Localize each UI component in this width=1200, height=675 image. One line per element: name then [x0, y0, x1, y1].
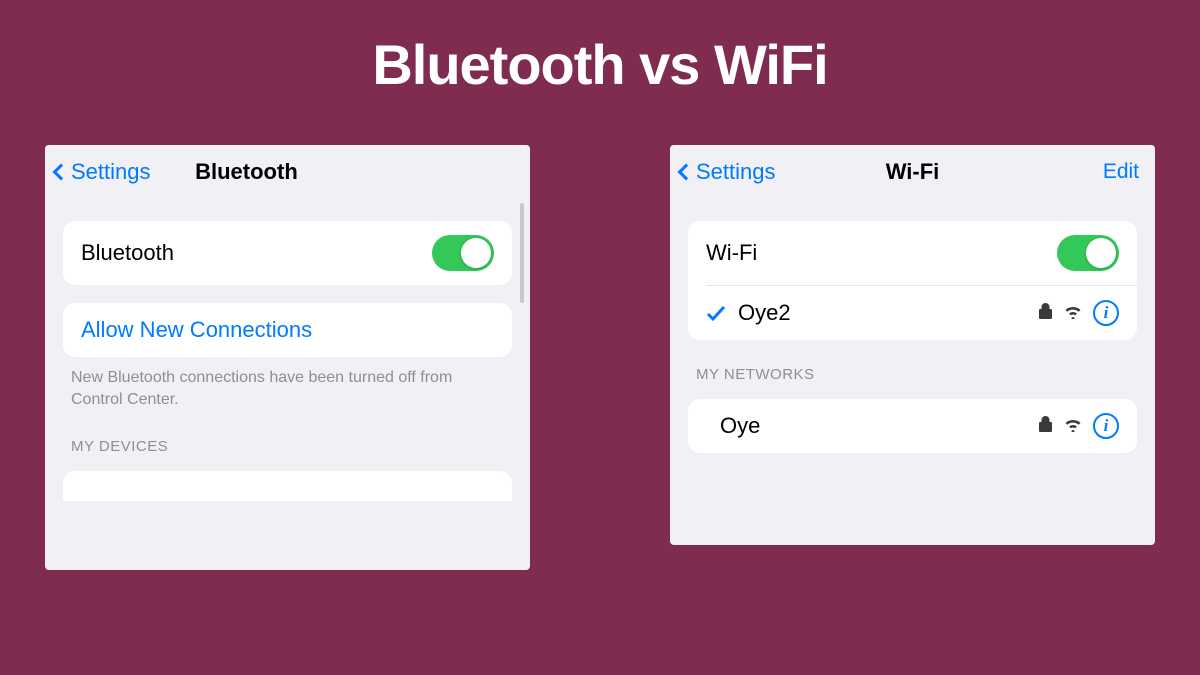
- network-name: Oye: [706, 413, 1038, 439]
- my-networks-header: MY NETWORKS: [670, 340, 1155, 391]
- chevron-left-icon: [53, 164, 70, 181]
- toggle-knob: [461, 238, 491, 268]
- wifi-toggle[interactable]: [1057, 235, 1119, 271]
- chevron-left-icon: [678, 164, 695, 181]
- allow-connections-card: Allow New Connections: [63, 303, 512, 357]
- page-title: Bluetooth vs WiFi: [0, 0, 1200, 97]
- network-status-icons: i: [1038, 413, 1119, 439]
- network-status-icons: i: [1038, 300, 1119, 326]
- back-button[interactable]: Settings: [55, 159, 151, 185]
- wifi-toggle-label: Wi-Fi: [706, 240, 1057, 266]
- bluetooth-toggle[interactable]: [432, 235, 494, 271]
- my-devices-header: MY DEVICES: [45, 412, 530, 463]
- bluetooth-nav-header: Settings Bluetooth: [45, 145, 530, 197]
- checkmark-icon: [706, 304, 726, 322]
- connected-network-name: Oye2: [738, 300, 1038, 326]
- back-label: Settings: [71, 159, 151, 185]
- back-label: Settings: [696, 159, 776, 185]
- info-icon[interactable]: i: [1093, 300, 1119, 326]
- wifi-panel: Settings Wi-Fi Edit Wi-Fi Oye2: [670, 145, 1155, 545]
- networks-card: Oye i: [688, 399, 1137, 453]
- wifi-toggle-row: Wi-Fi: [688, 221, 1137, 285]
- connected-network-row[interactable]: Oye2 i: [688, 286, 1137, 340]
- bluetooth-toggle-card: Bluetooth: [63, 221, 512, 285]
- bluetooth-toggle-row: Bluetooth: [63, 221, 512, 285]
- scrollbar[interactable]: [520, 203, 524, 303]
- toggle-knob: [1086, 238, 1116, 268]
- bluetooth-nav-title: Bluetooth: [195, 159, 298, 185]
- bluetooth-helper-text: New Bluetooth connections have been turn…: [45, 357, 530, 412]
- wifi-signal-icon: [1063, 416, 1083, 437]
- wifi-nav-title: Wi-Fi: [886, 159, 940, 185]
- lock-icon: [1038, 302, 1053, 325]
- wifi-signal-icon: [1063, 303, 1083, 324]
- lock-icon: [1038, 415, 1053, 438]
- bluetooth-panel: Settings Bluetooth Bluetooth Allow New C…: [45, 145, 530, 570]
- edit-button[interactable]: Edit: [1103, 160, 1139, 184]
- network-row[interactable]: Oye i: [688, 399, 1137, 453]
- wifi-nav-header: Settings Wi-Fi Edit: [670, 145, 1155, 197]
- wifi-main-card: Wi-Fi Oye2 i: [688, 221, 1137, 340]
- allow-connections-label: Allow New Connections: [81, 317, 494, 343]
- allow-connections-row[interactable]: Allow New Connections: [63, 303, 512, 357]
- info-icon[interactable]: i: [1093, 413, 1119, 439]
- bluetooth-toggle-label: Bluetooth: [81, 240, 432, 266]
- back-button[interactable]: Settings: [680, 159, 776, 185]
- devices-card-partial: [63, 471, 512, 501]
